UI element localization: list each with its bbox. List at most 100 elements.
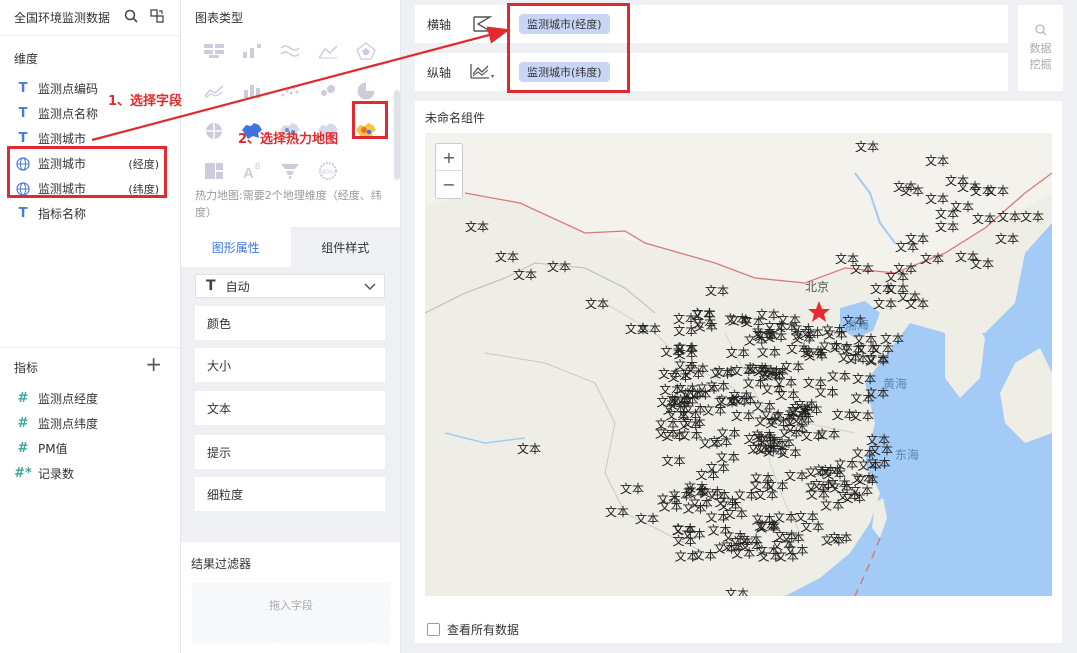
stacked-bar-icon[interactable] — [233, 72, 271, 110]
map-text-marker: 文本 — [813, 463, 837, 478]
map-text-marker: 文本 — [513, 267, 537, 282]
switch-dataset-icon[interactable] — [150, 9, 164, 26]
map-text-marker: 文本 — [816, 427, 840, 442]
chevron-down-icon — [364, 281, 376, 295]
add-measure-button[interactable]: + — [145, 354, 162, 374]
line-chart-icon[interactable] — [195, 72, 233, 110]
measure-item[interactable]: # 监测点经度 — [0, 386, 181, 411]
mining-label-2: 挖掘 — [1029, 58, 1052, 71]
zoom-control: + − — [435, 143, 463, 199]
tab-component-style[interactable]: 组件样式 — [290, 227, 400, 267]
text-type-icon: T — [206, 278, 216, 294]
scrollbar[interactable] — [394, 90, 400, 180]
map-text-marker: 文本 — [985, 183, 1009, 198]
text-property[interactable]: 文本 — [195, 391, 385, 425]
dimension-item[interactable]: T 指标名称 — [0, 201, 181, 226]
dimensions-title: 维度 — [14, 52, 39, 66]
scatter-chart-icon[interactable] — [271, 72, 309, 110]
map-text-marker: 文本 — [842, 490, 866, 505]
map-text-marker: 文本 — [997, 209, 1021, 224]
text-type-icon: T — [18, 106, 28, 121]
map-text-marker: 文本 — [673, 341, 697, 356]
map-text-marker: 文本 — [710, 366, 734, 381]
x-axis-label: 横轴 — [427, 17, 452, 32]
map-text-marker: 文本 — [935, 219, 959, 234]
map-text-marker: 文本 — [742, 376, 766, 391]
data-mining-button[interactable]: 数据 挖掘 — [1018, 5, 1063, 91]
measure-item[interactable]: # 监测点纬度 — [0, 411, 181, 436]
search-icon[interactable] — [124, 9, 138, 26]
tooltip-property[interactable]: 提示 — [195, 435, 385, 469]
bar-chart-icon[interactable] — [233, 32, 271, 70]
map-text-marker: 文本 — [756, 518, 780, 533]
axis-type-icon[interactable] — [463, 14, 503, 34]
view-all-label: 查看所有数据 — [447, 623, 520, 637]
map-text-marker: 文本 — [850, 390, 874, 405]
map-text-marker: 文本 — [970, 256, 994, 271]
map-canvas[interactable]: 文本文本文本文本文本文本文本文本文本文本文本文本文本 文本文本文本文本文本文本文本… — [425, 133, 1052, 596]
radar-chart-icon[interactable] — [347, 32, 385, 70]
map-text-marker: 文本 — [995, 231, 1019, 246]
filter-drop-zone[interactable]: 拖入字段 — [191, 582, 391, 644]
map-text-marker: 文本 — [757, 344, 781, 359]
measure-item[interactable]: # PM值 — [0, 436, 181, 461]
map-text-marker: 文本 — [673, 323, 697, 338]
map-text-marker: 文本 — [637, 321, 661, 336]
map-text-marker: 文本 — [865, 352, 889, 367]
table-chart-icon[interactable] — [195, 32, 233, 70]
measure-item[interactable]: #* 记录数 — [0, 461, 181, 486]
map-text-marker: 文本 — [832, 407, 856, 422]
map-text-marker: 文本 — [763, 329, 787, 344]
view-all-checkbox[interactable] — [427, 623, 440, 636]
result-filter-title: 结果过滤器 — [191, 557, 252, 571]
heat-map[interactable]: 文本 文本 文本 文本 文本 文本 文本 文本 文本 文本 文本 文本 文本 文本 文本 文本 文本 文本 文本 文本… — [425, 133, 1052, 596]
map-text-marker: 文本 — [786, 341, 810, 356]
rose-chart-icon[interactable] — [195, 112, 233, 150]
dataset-name: 全国环境监测数据 — [14, 11, 111, 25]
highlight-heatmap-type — [352, 101, 388, 139]
graphic-type-select[interactable]: T 自动 — [195, 274, 385, 298]
tab-graphic-properties[interactable]: 图形属性 — [181, 227, 291, 267]
annotation-step2: 2、选择热力地图 — [238, 132, 339, 147]
map-text-marker: 文本 — [885, 269, 909, 284]
zoom-out-button[interactable]: − — [436, 171, 462, 198]
line-type-icon[interactable] — [463, 62, 503, 82]
wave-chart-icon[interactable] — [271, 32, 309, 70]
sea-label-yellow: 黄海 — [883, 377, 908, 391]
map-text-marker: 文本 — [495, 249, 519, 264]
map-text-marker: 文本 — [925, 153, 949, 168]
map-text-marker: 文本 — [724, 506, 748, 521]
map-text-marker: 文本 — [681, 526, 705, 541]
sea-label-east: 东海 — [895, 448, 920, 462]
funnel-chart-icon[interactable] — [271, 152, 309, 190]
map-text-marker: 文本 — [692, 307, 716, 322]
map-text-marker: 文本 — [790, 321, 814, 336]
view-all-data[interactable]: 查看所有数据 — [427, 621, 519, 638]
highlight-axis-fields — [507, 3, 630, 93]
map-text-marker: 文本 — [823, 326, 847, 341]
svg-text:80%: 80% — [322, 170, 335, 176]
map-text-marker: 文本 — [667, 369, 691, 384]
gauge-chart-icon[interactable]: 80% — [309, 152, 347, 190]
granularity-property[interactable]: 细粒度 — [195, 477, 385, 511]
treemap-icon[interactable] — [195, 152, 233, 190]
svg-text:A: A — [243, 165, 254, 181]
map-text-marker: 文本 — [900, 183, 924, 198]
map-text-marker: 文本 — [605, 504, 629, 519]
zoom-in-button[interactable]: + — [436, 144, 462, 171]
map-text-marker: 文本 — [1020, 209, 1044, 224]
chart-hint: 热力地图:需要2个地理维度（经度、纬度） — [195, 189, 382, 219]
color-property[interactable]: 颜色 — [195, 306, 385, 340]
bubble-chart-icon[interactable] — [309, 72, 347, 110]
map-text-marker: 文本 — [867, 455, 891, 470]
size-property[interactable]: 大小 — [195, 348, 385, 382]
map-text-marker: 文本 — [880, 331, 904, 346]
component-title[interactable]: 未命名组件 — [425, 109, 485, 126]
map-text-marker: 文本 — [805, 479, 829, 494]
wordcloud-icon[interactable]: AB — [233, 152, 271, 190]
map-text-marker: 文本 — [790, 412, 814, 427]
number-type-icon: # — [17, 441, 29, 456]
sea-label-bohai: 渤海 — [845, 318, 870, 332]
area-chart-icon[interactable] — [309, 32, 347, 70]
map-text-marker: 文本 — [950, 199, 974, 214]
